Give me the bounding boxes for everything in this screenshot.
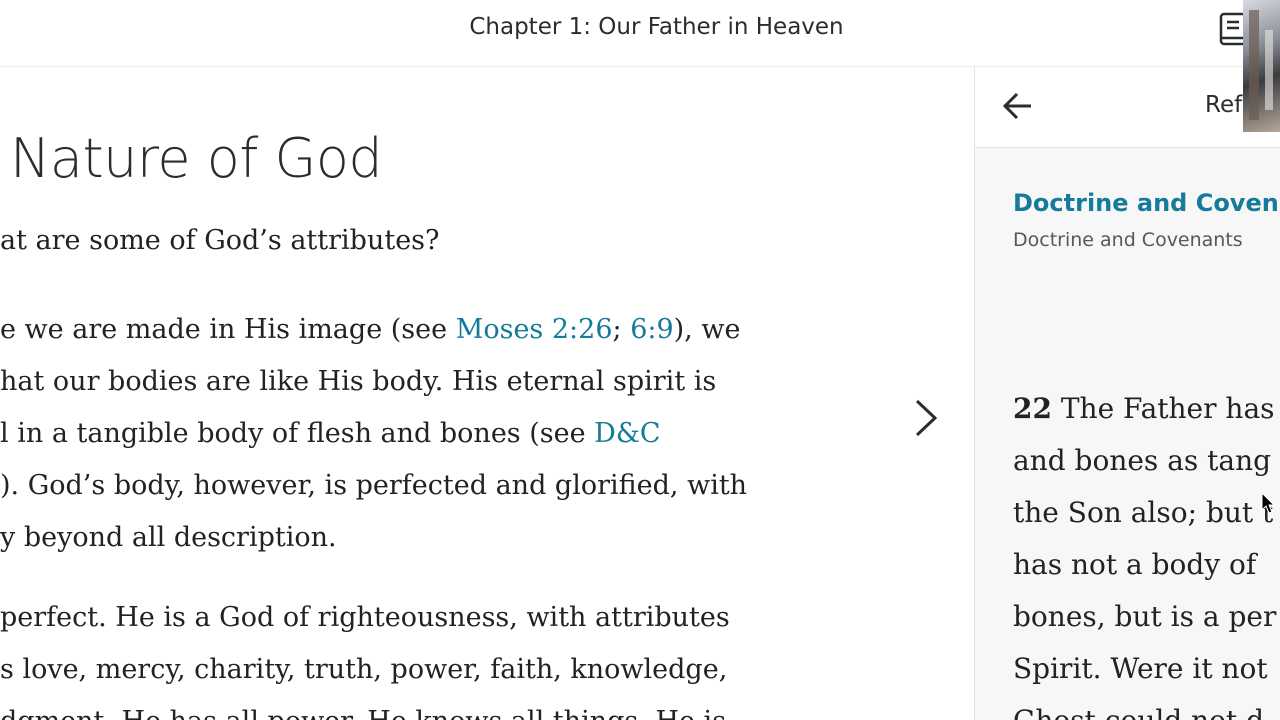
text-segment: ), we bbox=[673, 314, 741, 345]
paragraph-2: perfect. He is a God of righteousness, w… bbox=[0, 592, 730, 720]
verse-number: 22 bbox=[1013, 392, 1052, 425]
paragraph-line: e we are made in His image (see Moses 2:… bbox=[0, 304, 747, 356]
chevron-right-icon[interactable] bbox=[908, 396, 942, 440]
text-segment: e we are made in His image (see bbox=[0, 314, 456, 345]
paragraph-line: perfect. He is a God of righteousness, w… bbox=[0, 602, 730, 633]
verse-line: has not a body of bbox=[1013, 548, 1257, 581]
verse-line: the Son also; but t bbox=[1013, 496, 1274, 529]
top-bar: Chapter 1: Our Father in Heaven bbox=[0, 0, 1280, 67]
paragraph-line: l in a tangible body of flesh and bones … bbox=[0, 408, 747, 460]
verse-line: Ghost could not d bbox=[1013, 695, 1276, 720]
scripture-link-moses-6-9[interactable]: 6:9 bbox=[630, 314, 673, 345]
text-segment: ; bbox=[612, 314, 631, 345]
panel-header: Ref bbox=[975, 67, 1280, 148]
scripture-link-dc[interactable]: D&C bbox=[594, 418, 660, 449]
paragraph-line: ). God’s body, however, is perfected and… bbox=[0, 470, 748, 501]
reference-title[interactable]: Doctrine and Covenan bbox=[1013, 189, 1280, 217]
reference-subtitle: Doctrine and Covenants bbox=[1013, 229, 1243, 251]
paragraph-line: dgment. He has all power. He knows all t… bbox=[0, 696, 730, 720]
verse-line: 22 The Father has bbox=[1013, 383, 1276, 435]
text-segment: l in a tangible body of flesh and bones … bbox=[0, 418, 595, 449]
verse-line: and bones as tang bbox=[1013, 444, 1272, 477]
mouse-cursor-icon bbox=[1261, 492, 1275, 514]
paragraph-line: y beyond all description. bbox=[0, 522, 337, 553]
verse-line: Spirit. Were it not bbox=[1013, 652, 1268, 685]
text-segment: The Father has bbox=[1051, 392, 1275, 425]
webcam-shape bbox=[1249, 10, 1259, 120]
panel-title: Ref bbox=[1205, 92, 1243, 118]
related-content-panel: Ref Doctrine and Covenan Doctrine and Co… bbox=[974, 67, 1280, 720]
scripture-link-moses-2-26[interactable]: Moses 2:26 bbox=[456, 314, 613, 345]
chapter-title: Chapter 1: Our Father in Heaven bbox=[469, 14, 844, 40]
chapter-content: Nature of God at are some of God’s attri… bbox=[0, 67, 974, 720]
webcam-shape bbox=[1265, 30, 1273, 110]
paragraph-line: hat our bodies are like His body. His et… bbox=[0, 366, 717, 397]
paragraph-line: s love, mercy, charity, truth, power, fa… bbox=[0, 654, 728, 685]
paragraph-1: e we are made in His image (see Moses 2:… bbox=[0, 304, 747, 564]
section-question: at are some of God’s attributes? bbox=[0, 225, 440, 256]
section-heading: Nature of God bbox=[10, 127, 383, 190]
webcam-overlay bbox=[1243, 0, 1280, 132]
arrow-left-icon[interactable] bbox=[1001, 89, 1035, 123]
verse-line: bones, but is a per bbox=[1013, 600, 1277, 633]
scripture-verse: 22 The Father has and bones as tang the … bbox=[1013, 383, 1276, 720]
